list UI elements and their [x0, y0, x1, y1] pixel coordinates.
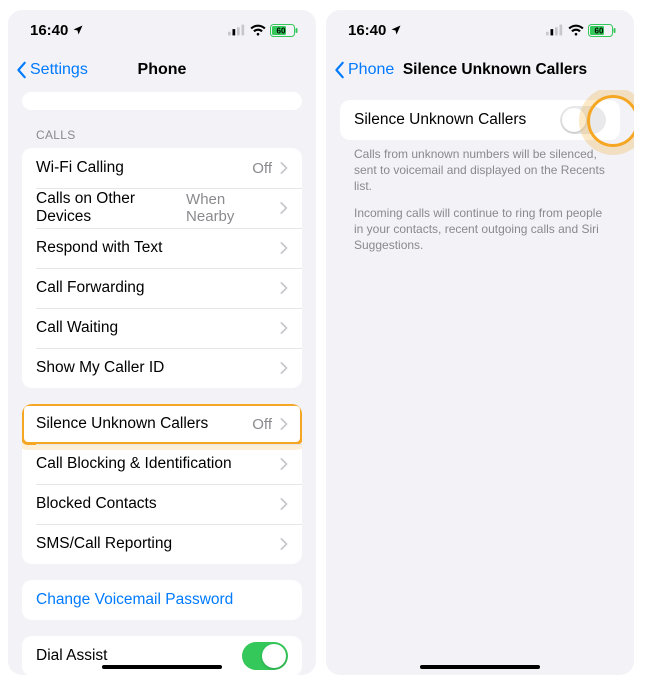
status-bar: 16:40 60	[326, 10, 634, 50]
wifi-icon	[568, 24, 584, 36]
chevron-right-icon	[280, 162, 288, 174]
silence-unknown-screen: 16:40 60 Phone Silence Unknown Callers S…	[326, 10, 634, 675]
back-button[interactable]: Settings	[16, 61, 88, 79]
row-label: SMS/Call Reporting	[36, 535, 172, 553]
chevron-right-icon	[280, 242, 288, 254]
row-label: Change Voicemail Password	[36, 591, 233, 609]
calls-group-2: Silence Unknown Callers Off Call Blockin…	[22, 404, 302, 564]
chevron-right-icon	[280, 538, 288, 550]
home-indicator[interactable]	[102, 665, 222, 669]
cellular-icon	[546, 24, 564, 36]
calls-group-1: Wi-Fi Calling Off Calls on Other Devices…	[22, 148, 302, 388]
chevron-right-icon	[280, 498, 288, 510]
dial-assist-toggle[interactable]	[242, 642, 288, 670]
row-call-waiting[interactable]: Call Waiting	[22, 308, 302, 348]
chevron-right-icon	[280, 282, 288, 294]
location-icon	[390, 24, 402, 36]
chevron-right-icon	[280, 202, 288, 214]
cellular-icon	[228, 24, 246, 36]
voicemail-group: Change Voicemail Password	[22, 580, 302, 620]
location-icon	[72, 24, 84, 36]
row-change-voicemail-password[interactable]: Change Voicemail Password	[22, 580, 302, 620]
row-label: Calls on Other Devices	[36, 190, 186, 226]
back-button[interactable]: Phone	[334, 61, 394, 79]
row-label: Respond with Text	[36, 239, 162, 257]
silence-group: Silence Unknown Callers	[340, 100, 620, 140]
row-value: When Nearby	[186, 191, 272, 225]
svg-text:60: 60	[277, 26, 286, 35]
row-respond-with-text[interactable]: Respond with Text	[22, 228, 302, 268]
back-label: Phone	[348, 61, 394, 79]
row-blocked-contacts[interactable]: Blocked Contacts	[22, 484, 302, 524]
content-area: CALLS Wi-Fi Calling Off Calls on Other D…	[8, 90, 316, 675]
wifi-icon	[250, 24, 266, 36]
row-call-blocking[interactable]: Call Blocking & Identification	[22, 444, 302, 484]
nav-title: Phone	[138, 61, 187, 79]
row-silence-unknown-toggle[interactable]: Silence Unknown Callers	[340, 100, 620, 140]
row-label: Blocked Contacts	[36, 495, 157, 513]
row-label: Show My Caller ID	[36, 359, 164, 377]
chevron-left-icon	[334, 61, 346, 79]
row-value: Off	[252, 160, 272, 177]
row-silence-unknown-callers[interactable]: Silence Unknown Callers Off	[22, 404, 302, 444]
row-wifi-calling[interactable]: Wi-Fi Calling Off	[22, 148, 302, 188]
chevron-left-icon	[16, 61, 28, 79]
silence-footer-1: Calls from unknown numbers will be silen…	[340, 140, 620, 195]
row-label: Call Blocking & Identification	[36, 455, 232, 473]
silence-unknown-toggle[interactable]	[560, 106, 606, 134]
row-label: Wi-Fi Calling	[36, 159, 124, 177]
row-label: Dial Assist	[36, 647, 108, 665]
nav-bar: Phone Silence Unknown Callers	[326, 50, 634, 90]
nav-title: Silence Unknown Callers	[373, 61, 587, 79]
home-indicator[interactable]	[420, 665, 540, 669]
status-time: 16:40	[348, 22, 386, 39]
chevron-right-icon	[280, 322, 288, 334]
nav-bar: Settings Phone	[8, 50, 316, 90]
row-label: Call Waiting	[36, 319, 118, 337]
section-header-calls: CALLS	[22, 110, 302, 148]
prev-section-peek	[22, 92, 302, 110]
silence-footer-2: Incoming calls will continue to ring fro…	[340, 195, 620, 254]
chevron-right-icon	[280, 458, 288, 470]
status-time: 16:40	[30, 22, 68, 39]
svg-text:60: 60	[595, 26, 604, 35]
back-label: Settings	[30, 61, 88, 79]
content-area: Silence Unknown Callers Calls from unkno…	[326, 90, 634, 675]
row-label: Silence Unknown Callers	[354, 111, 526, 129]
row-calls-other-devices[interactable]: Calls on Other Devices When Nearby	[22, 188, 302, 228]
row-sms-call-reporting[interactable]: SMS/Call Reporting	[22, 524, 302, 564]
battery-icon: 60	[270, 24, 298, 37]
status-bar: 16:40 60	[8, 10, 316, 50]
battery-icon: 60	[588, 24, 616, 37]
row-label: Call Forwarding	[36, 279, 145, 297]
row-value: Off	[252, 416, 272, 433]
chevron-right-icon	[280, 418, 288, 430]
phone-settings-screen: 16:40 60 Settings Phone CALLS Wi-Fi Call…	[8, 10, 316, 675]
row-label: Silence Unknown Callers	[36, 415, 208, 433]
row-dial-assist[interactable]: Dial Assist	[22, 636, 302, 675]
row-call-forwarding[interactable]: Call Forwarding	[22, 268, 302, 308]
chevron-right-icon	[280, 362, 288, 374]
dial-assist-group: Dial Assist	[22, 636, 302, 675]
row-show-caller-id[interactable]: Show My Caller ID	[22, 348, 302, 388]
